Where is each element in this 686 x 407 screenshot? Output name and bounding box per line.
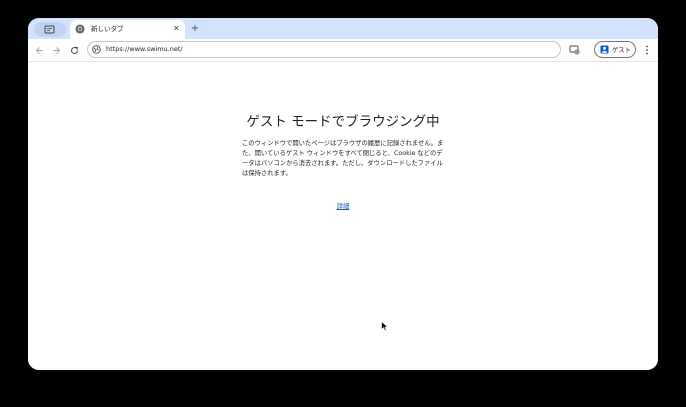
tab-new-tab[interactable]: 新しいタブ ✕: [70, 20, 185, 39]
browser-window: 新しいタブ ✕ + https://www.swimu.net/ ゲスト ゲスト…: [28, 18, 658, 370]
tab-title: 新しいタブ: [91, 25, 124, 33]
guest-label: ゲスト: [612, 47, 631, 54]
tab-search-button[interactable]: [34, 22, 66, 37]
guest-mode-page: ゲスト モードでブラウジング中 このウィンドウで開いたページはブラウザの履歴に記…: [28, 62, 658, 370]
guest-avatar-icon: [600, 45, 609, 54]
toolbar: https://www.swimu.net/ ゲスト: [28, 39, 658, 61]
menu-button[interactable]: [641, 44, 653, 56]
guest-mode-description: このウィンドウで開いたページはブラウザの履歴に記録されません。また、開いているゲ…: [242, 140, 444, 177]
more-vert-icon: [646, 45, 648, 55]
forward-arrow-icon: [52, 46, 60, 54]
back-arrow-icon: [35, 46, 43, 54]
address-bar[interactable]: https://www.swimu.net/: [87, 41, 561, 58]
site-info-icon[interactable]: [92, 45, 101, 54]
learn-more-link[interactable]: 詳細: [28, 201, 658, 210]
mouse-cursor-icon: [381, 321, 389, 332]
reload-icon: [70, 46, 78, 54]
chrome-icon: [75, 24, 85, 34]
back-button[interactable]: [33, 44, 45, 56]
tab-close-icon[interactable]: ✕: [171, 23, 182, 34]
url-text[interactable]: https://www.swimu.net/: [106, 43, 183, 56]
downloads-button[interactable]: [568, 44, 580, 56]
tab-strip: 新しいタブ ✕ +: [28, 18, 658, 39]
forward-button[interactable]: [50, 44, 62, 56]
new-tab-button[interactable]: +: [189, 22, 201, 34]
tab-search-icon: [44, 25, 55, 34]
guest-profile-button[interactable]: ゲスト: [594, 41, 636, 58]
reload-button[interactable]: [68, 44, 80, 56]
page-title: ゲスト モードでブラウジング中: [246, 114, 440, 130]
screen-share-icon: [569, 45, 579, 55]
